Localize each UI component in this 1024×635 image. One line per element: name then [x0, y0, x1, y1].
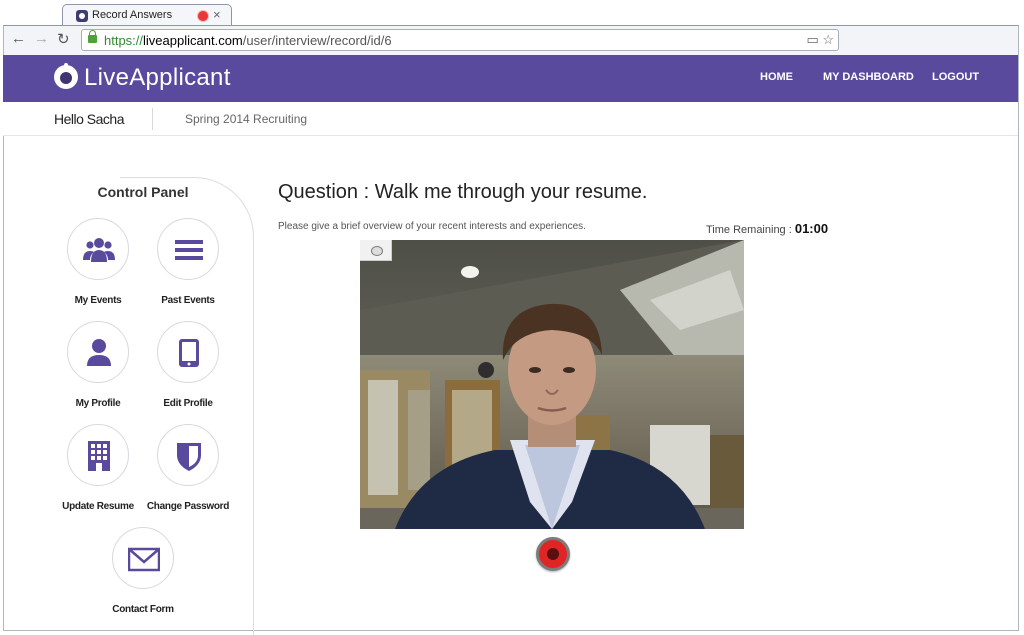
control-past-events[interactable]: Past Events: [128, 218, 248, 306]
control-contact-form[interactable]: Contact Form: [83, 527, 203, 615]
time-remaining: Time Remaining : 01:00: [706, 221, 828, 236]
close-tab-icon[interactable]: ×: [213, 7, 221, 22]
list-icon: [175, 240, 203, 260]
browser-toolbar: ← → ↻ https://liveapplicant.com/user/int…: [3, 25, 1019, 55]
nav-logout[interactable]: LOGOUT: [932, 71, 979, 83]
reload-icon[interactable]: ↻: [57, 30, 70, 48]
logo-icon[interactable]: [54, 63, 78, 89]
time-remaining-label: Time Remaining :: [706, 224, 795, 236]
my-events-circle[interactable]: [67, 218, 129, 280]
recording-indicator-icon: [198, 11, 208, 21]
page: Record Answers × ← → ↻ https://liveappli…: [0, 0, 1024, 635]
time-remaining-value: 01:00: [794, 221, 829, 236]
site-header: LiveApplicant HOME MY DASHBOARD LOGOUT: [3, 55, 1019, 102]
edit-profile-label: Edit Profile: [163, 398, 213, 409]
forward-icon[interactable]: →: [34, 30, 49, 47]
change-password-circle[interactable]: [157, 424, 219, 486]
webcam-feed-image: [360, 240, 744, 529]
shield-icon: [177, 443, 201, 471]
tablet-icon: [179, 339, 199, 367]
control-edit-profile[interactable]: Edit Profile: [128, 321, 248, 409]
nav-my-dashboard[interactable]: MY DASHBOARD: [823, 71, 914, 83]
envelope-icon: [128, 547, 160, 572]
brand-logo[interactable]: LiveApplicant: [84, 64, 231, 92]
frame-border: [3, 136, 4, 631]
group-icon: [83, 238, 115, 262]
address-bar[interactable]: https://liveapplicant.com/user/interview…: [81, 29, 839, 51]
question-heading: Question : Walk me through your resume.: [278, 181, 647, 204]
divider: [152, 108, 153, 130]
contact-form-circle[interactable]: [112, 527, 174, 589]
url-host: liveapplicant.com: [143, 33, 243, 48]
past-events-circle[interactable]: [157, 218, 219, 280]
edit-profile-circle[interactable]: [157, 321, 219, 383]
browser-tabstrip: Record Answers ×: [0, 0, 1024, 26]
browser-tab[interactable]: Record Answers ×: [62, 4, 232, 26]
frame-border: [1018, 55, 1019, 631]
lock-icon: [88, 30, 97, 43]
camera-settings-button[interactable]: [360, 240, 392, 261]
back-icon[interactable]: ←: [11, 30, 26, 47]
nav-home[interactable]: HOME: [760, 71, 793, 83]
change-password-label: Change Password: [146, 501, 230, 512]
contact-form-label: Contact Form: [112, 604, 174, 615]
building-icon: [88, 441, 110, 471]
question-text: Walk me through your resume.: [374, 181, 648, 203]
question-description: Please give a brief overview of your rec…: [278, 221, 586, 232]
webcam-preview: [360, 240, 744, 529]
question-prefix: Question :: [278, 181, 375, 203]
record-button[interactable]: [536, 537, 570, 571]
url-path: /user/interview/record/id/6: [242, 33, 392, 48]
bookmark-star-icon[interactable]: ▭ ☆: [806, 32, 834, 48]
sub-header: Hello Sacha Spring 2014 Recruiting: [3, 102, 1019, 136]
my-profile-circle[interactable]: [67, 321, 129, 383]
user-icon: [87, 339, 111, 366]
recruiting-context: Spring 2014 Recruiting: [185, 112, 308, 126]
control-change-password[interactable]: Change Password: [128, 424, 248, 512]
tab-title: Record Answers: [92, 9, 173, 21]
past-events-label: Past Events: [161, 295, 215, 306]
control-panel-title: Control Panel: [97, 184, 189, 200]
favicon-icon: [76, 10, 88, 22]
update-resume-circle[interactable]: [67, 424, 129, 486]
url-scheme: https://: [104, 33, 144, 48]
greeting: Hello Sacha: [54, 111, 125, 127]
url-text: https://liveapplicant.com/user/interview…: [104, 33, 392, 48]
